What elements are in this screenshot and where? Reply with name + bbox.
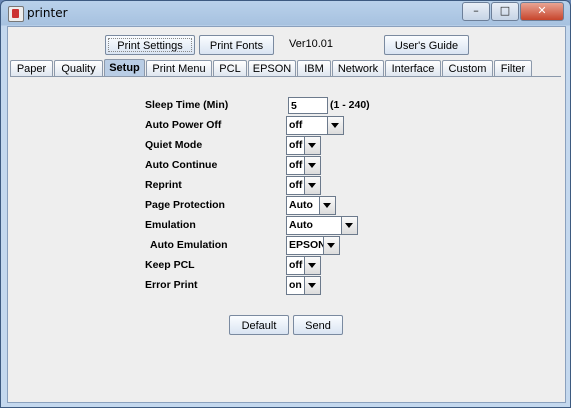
tab-paper[interactable]: Paper	[10, 60, 53, 76]
printer-app-icon	[8, 6, 24, 22]
page-protection-label: Page Protection	[145, 199, 225, 211]
chevron-down-icon[interactable]	[327, 117, 343, 134]
tab-custom[interactable]: Custom	[442, 60, 493, 76]
tab-filter[interactable]: Filter	[494, 60, 532, 76]
tab-interface[interactable]: Interface	[385, 60, 441, 76]
close-button[interactable]: ✕	[520, 2, 564, 21]
page-protection-select[interactable]: Auto	[286, 196, 336, 215]
title-bar: printer – □ ✕	[1, 1, 570, 25]
auto-continue-select[interactable]: off	[286, 156, 321, 175]
quiet-mode-label: Quiet Mode	[145, 139, 203, 151]
setup-panel: Sleep Time (Min) 5 (1 - 240) Auto Power …	[10, 76, 561, 400]
auto-continue-label: Auto Continue	[145, 159, 218, 171]
default-button[interactable]: Default	[229, 315, 289, 335]
tab-quality[interactable]: Quality	[54, 60, 103, 76]
chevron-down-icon[interactable]	[304, 157, 320, 174]
auto-power-off-label: Auto Power Off	[145, 119, 222, 131]
chevron-down-icon[interactable]	[319, 197, 335, 214]
quiet-mode-select[interactable]: off	[286, 136, 321, 155]
keep-pcl-label: Keep PCL	[145, 259, 195, 271]
tab-network[interactable]: Network	[332, 60, 384, 76]
client-area: Print Settings Print Fonts Ver10.01 User…	[7, 26, 566, 403]
print-fonts-button[interactable]: Print Fonts	[199, 35, 274, 55]
application-window: printer – □ ✕ Print Settings Print Fonts…	[0, 0, 571, 408]
minimize-button[interactable]: –	[462, 2, 490, 21]
print-settings-button[interactable]: Print Settings	[105, 35, 195, 55]
tab-pcl[interactable]: PCL	[213, 60, 247, 76]
auto-emulation-label: Auto Emulation	[150, 239, 228, 251]
auto-power-off-select[interactable]: off	[286, 116, 344, 135]
reprint-label: Reprint	[145, 179, 182, 191]
sleep-time-label: Sleep Time (Min)	[145, 99, 229, 111]
chevron-down-icon[interactable]	[341, 217, 357, 234]
auto-emulation-select[interactable]: EPSON	[286, 236, 340, 255]
chevron-down-icon[interactable]	[304, 277, 320, 294]
send-button[interactable]: Send	[293, 315, 343, 335]
keep-pcl-select[interactable]: off	[286, 256, 321, 275]
tab-ibm[interactable]: IBM	[297, 60, 331, 76]
maximize-button[interactable]: □	[491, 2, 519, 21]
reprint-select[interactable]: off	[286, 176, 321, 195]
window-controls: – □ ✕	[461, 2, 564, 21]
tab-setup[interactable]: Setup	[104, 59, 145, 77]
window-title: printer	[27, 6, 68, 20]
chevron-down-icon[interactable]	[323, 237, 339, 254]
sleep-time-range: (1 - 240)	[330, 99, 370, 111]
tab-epson[interactable]: EPSON	[248, 60, 296, 76]
emulation-select[interactable]: Auto	[286, 216, 358, 235]
error-print-select[interactable]: on	[286, 276, 321, 295]
error-print-label: Error Print	[145, 279, 198, 291]
emulation-label: Emulation	[145, 219, 196, 231]
chevron-down-icon[interactable]	[304, 257, 320, 274]
chevron-down-icon[interactable]	[304, 177, 320, 194]
tab-print-menu[interactable]: Print Menu	[146, 60, 212, 76]
users-guide-button[interactable]: User's Guide	[384, 35, 469, 55]
sleep-time-input[interactable]: 5	[288, 97, 328, 114]
chevron-down-icon[interactable]	[304, 137, 320, 154]
version-label: Ver10.01	[289, 38, 334, 50]
